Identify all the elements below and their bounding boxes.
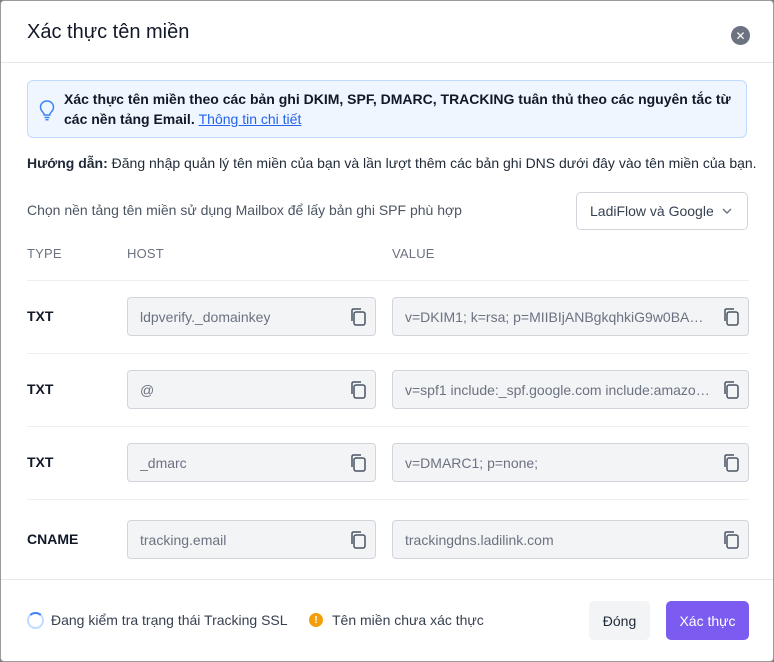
loading-spinner-icon	[27, 612, 44, 629]
verify-domain-modal: Xác thực tên miền ✕ Xác thực tên miền th…	[0, 0, 774, 662]
copy-icon[interactable]	[349, 530, 367, 550]
copy-icon[interactable]	[722, 380, 740, 400]
header-value: VALUE	[392, 246, 435, 261]
record-type: TXT	[27, 308, 54, 324]
record-type: TXT	[27, 381, 54, 397]
host-value: _dmarc	[140, 454, 187, 471]
row-divider	[27, 426, 749, 427]
value-field[interactable]: v=spf1 include:_spf.google.com include:a…	[392, 370, 749, 409]
guide-text: Hướng dẫn: Đăng nhập quản lý tên miền củ…	[27, 155, 757, 171]
value-text: v=DMARC1; p=none;	[405, 454, 539, 471]
domain-status-text: Tên miền chưa xác thực	[332, 612, 484, 628]
host-value: @	[140, 381, 155, 398]
platform-select[interactable]: LadiFlow và Google	[576, 192, 748, 230]
warning-icon: !	[309, 613, 323, 627]
copy-icon[interactable]	[349, 307, 367, 327]
value-text: trackingdns.ladilink.com	[405, 531, 554, 548]
value-field[interactable]: v=DKIM1; k=rsa; p=MIIBIjANBgkqhkiG9w0BAQ…	[392, 297, 749, 336]
value-text: v=spf1 include:_spf.google.com include:a…	[405, 381, 712, 398]
copy-icon[interactable]	[722, 307, 740, 327]
host-field[interactable]: tracking.email	[127, 520, 376, 559]
footer-divider	[1, 579, 773, 580]
guide-label: Hướng dẫn:	[27, 155, 108, 171]
platform-label: Chọn nền tảng tên miền sử dụng Mailbox đ…	[27, 202, 462, 218]
copy-icon[interactable]	[349, 380, 367, 400]
copy-icon[interactable]	[722, 530, 740, 550]
guide-content: Đăng nhập quản lý tên miền của bạn và lầ…	[111, 155, 757, 171]
row-divider	[27, 353, 749, 354]
value-field[interactable]: trackingdns.ladilink.com	[392, 520, 749, 559]
copy-icon[interactable]	[349, 453, 367, 473]
modal-header: Xác thực tên miền ✕	[1, 1, 773, 63]
close-icon[interactable]: ✕	[731, 26, 750, 45]
host-value: tracking.email	[140, 531, 227, 548]
value-field[interactable]: v=DMARC1; p=none;	[392, 443, 749, 482]
host-field[interactable]: ldpverify._domainkey	[127, 297, 376, 336]
platform-selected-value: LadiFlow và Google	[590, 203, 714, 219]
chevron-down-icon	[722, 208, 732, 214]
close-button[interactable]: Đóng	[589, 601, 650, 640]
info-text: Xác thực tên miền theo các bản ghi DKIM,…	[64, 89, 736, 129]
details-link[interactable]: Thông tin chi tiết	[199, 111, 302, 127]
host-field[interactable]: @	[127, 370, 376, 409]
info-message: Xác thực tên miền theo các bản ghi DKIM,…	[64, 91, 731, 127]
lightbulb-icon	[39, 100, 55, 121]
row-divider	[27, 280, 749, 281]
record-type: CNAME	[27, 531, 79, 547]
copy-icon[interactable]	[722, 453, 740, 473]
ssl-status-text: Đang kiểm tra trạng thái Tracking SSL	[51, 612, 288, 628]
verify-button[interactable]: Xác thực	[666, 601, 749, 640]
row-divider	[27, 499, 749, 500]
record-type: TXT	[27, 454, 54, 470]
header-host: HOST	[127, 246, 164, 261]
host-field[interactable]: _dmarc	[127, 443, 376, 482]
modal-title: Xác thực tên miền	[27, 21, 190, 43]
value-text: v=DKIM1; k=rsa; p=MIIBIjANBgkqhkiG9w0BAQ…	[405, 308, 712, 325]
header-type: TYPE	[27, 246, 62, 261]
info-banner: Xác thực tên miền theo các bản ghi DKIM,…	[27, 80, 747, 138]
host-value: ldpverify._domainkey	[140, 308, 271, 325]
